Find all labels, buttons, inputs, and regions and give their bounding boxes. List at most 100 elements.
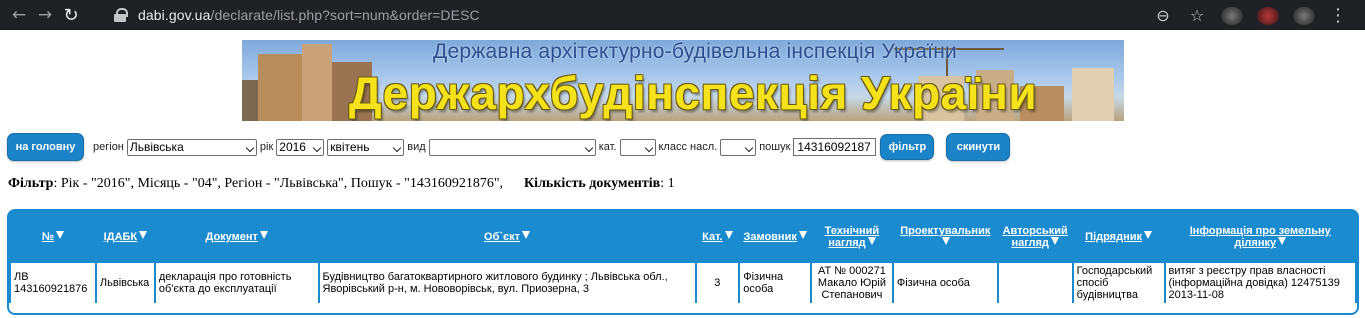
browser-toolbar: ← → ↻ dabi.gov.ua/declarate/list.php?sor…	[0, 0, 1365, 30]
sort-arrow-icon[interactable]	[724, 231, 733, 239]
cell-land-line: 2013-11-08	[1168, 289, 1224, 301]
col-header-category[interactable]: Кат.	[696, 213, 739, 261]
filter-summary: Фільтр: Рік - "2016", Місяць - "04", Рег…	[8, 176, 675, 192]
cell-document-line: об'єкта до експлуатації	[158, 283, 277, 295]
document-count-value: : 1	[660, 176, 675, 191]
sort-land-info-link[interactable]: Інформація про земельну ділянку	[1190, 225, 1331, 249]
reset-button[interactable]: скинути	[946, 133, 1011, 161]
url-text[interactable]: dabi.gov.ua/declarate/list.php?sort=num&…	[138, 7, 480, 23]
region-label: регіон	[93, 141, 124, 153]
sort-arrow-icon[interactable]	[522, 231, 530, 239]
category-select[interactable]	[619, 138, 656, 156]
class-select[interactable]	[720, 138, 757, 156]
sort-arrow-icon[interactable]	[1278, 237, 1287, 245]
cell-customer-line: особа	[743, 283, 774, 295]
cell-contractor-line: Господарський	[1076, 265, 1153, 277]
cell-land-info: витяг з реєстру прав власності (інформаці…	[1165, 263, 1355, 303]
cell-customer: Фізична особа	[740, 263, 811, 303]
class-label: класс насл.	[658, 141, 718, 153]
cell-object-line: Будівництво багатоквартирного житлового …	[322, 271, 668, 283]
year-label: рік	[259, 141, 274, 153]
col-header-tech-supervision[interactable]: Технічний нагляд	[812, 213, 892, 261]
sort-arrow-icon[interactable]	[942, 237, 951, 245]
sort-arrow-icon[interactable]	[56, 231, 65, 239]
sort-num-link[interactable]: №	[42, 231, 54, 243]
cell-category: 3	[696, 263, 739, 303]
cell-object-line: Яворівський р-н, м. Нововорівськ, вул. П…	[322, 283, 589, 295]
sort-arrow-icon[interactable]	[1144, 231, 1152, 239]
forward-arrow-icon[interactable]: →	[32, 2, 58, 28]
table-footer-strip	[9, 303, 1357, 313]
col-header-document[interactable]: Документ	[155, 213, 318, 261]
zoom-icon[interactable]: ⊖	[1153, 6, 1173, 25]
sort-arrow-icon[interactable]	[1050, 237, 1059, 245]
cell-land-line: витяг з реєстру прав власності	[1168, 265, 1326, 277]
sort-designer-link[interactable]: Проектувальник	[900, 225, 990, 237]
cell-tech-supervision: АТ № 000271 Макало Юрій Степанович	[812, 263, 892, 303]
chevron-down-icon	[393, 143, 402, 152]
sort-arrow-icon[interactable]	[867, 237, 876, 245]
browser-actions: ⊖ ☆ ⋮	[1153, 5, 1347, 26]
home-button[interactable]: на головну	[7, 133, 84, 161]
cell-document: декларація про готовність об'єкта до експ…	[155, 263, 318, 303]
sort-customer-link[interactable]: Замовник	[743, 231, 796, 243]
menu-icon[interactable]: ⋮	[1329, 5, 1347, 26]
sort-author-supervision-link-2[interactable]: нагляд	[1011, 237, 1048, 249]
sort-arrow-icon[interactable]	[139, 231, 148, 239]
url-path: /declarate/list.php?sort=num&order=DESC	[210, 7, 480, 23]
col-header-contractor[interactable]: Підрядник	[1073, 213, 1164, 261]
col-header-num[interactable]: №	[11, 213, 95, 261]
lock-icon[interactable]	[112, 7, 128, 23]
sort-author-supervision-link-1[interactable]: Авторський	[1003, 225, 1068, 237]
type-select[interactable]	[428, 138, 596, 156]
region-select[interactable]: Львівська	[126, 138, 257, 156]
reload-icon[interactable]: ↻	[58, 2, 84, 28]
year-select[interactable]: 2016	[276, 138, 325, 156]
document-count-label: Кількість документів	[524, 176, 661, 191]
address-bar[interactable]: dabi.gov.ua/declarate/list.php?sort=num&…	[112, 3, 1262, 27]
category-label: кат.	[598, 141, 617, 153]
cell-idabk: Львівська	[96, 263, 154, 303]
filter-summary-text: : Рік - "2016", Місяць - "04", Регіон - …	[53, 176, 504, 191]
url-host: dabi.gov.ua	[138, 7, 211, 23]
cell-customer-line: Фізична	[743, 271, 784, 283]
filter-button[interactable]: фільтр	[880, 134, 935, 160]
sort-arrow-icon[interactable]	[259, 231, 268, 239]
sort-object-link[interactable]: Об`єкт	[484, 231, 520, 243]
sort-document-link[interactable]: Документ	[205, 231, 257, 243]
extension-icon[interactable]	[1221, 6, 1243, 25]
search-input[interactable]: 14316092187	[793, 138, 877, 156]
sort-category-link[interactable]: Кат.	[702, 231, 722, 243]
filter-summary-label: Фільтр	[8, 176, 54, 191]
site-banner: Державна архітектурно-будівельна інспекц…	[242, 40, 1124, 121]
col-header-author-supervision[interactable]: Авторський нагляд	[998, 213, 1072, 261]
sort-arrow-icon[interactable]	[798, 231, 807, 239]
table-row: ЛВ 143160921876 Львівська декларація про …	[11, 263, 1355, 303]
cell-tech-line: Макало Юрій	[817, 277, 886, 289]
sort-contractor-link[interactable]: Підрядник	[1085, 231, 1142, 243]
col-header-customer[interactable]: Замовник	[740, 213, 811, 261]
bookmark-star-icon[interactable]: ☆	[1187, 6, 1207, 25]
profile-avatar-icon[interactable]	[1257, 6, 1279, 25]
month-select[interactable]: квітень	[327, 138, 405, 156]
back-arrow-icon[interactable]: ←	[6, 2, 32, 28]
cell-contractor: Господарський спосіб будівництва	[1073, 263, 1164, 303]
cell-num: ЛВ 143160921876	[11, 263, 95, 303]
col-header-land-info[interactable]: Інформація про земельну ділянку	[1165, 213, 1355, 261]
cell-tech-line: Степанович	[821, 289, 883, 301]
sort-tech-supervision-link-2[interactable]: нагляд	[828, 237, 865, 249]
table-header-row: № ІДАБК Документ Об`єкт Кат. Замовник Те…	[11, 213, 1355, 261]
col-header-object[interactable]: Об`єкт	[319, 213, 695, 261]
col-header-designer[interactable]: Проектувальник	[893, 213, 997, 261]
cell-contractor-line: спосіб	[1076, 277, 1109, 289]
col-header-idabk[interactable]: ІДАБК	[96, 213, 154, 261]
sort-tech-supervision-link-1[interactable]: Технічний	[825, 225, 880, 237]
cell-tech-line: АТ № 000271	[818, 265, 886, 277]
results-table: № ІДАБК Документ Об`єкт Кат. Замовник Те…	[9, 211, 1357, 305]
sort-idabk-link[interactable]: ІДАБК	[104, 231, 137, 243]
type-label: вид	[407, 141, 426, 153]
declarations-table: № ІДАБК Документ Об`єкт Кат. Замовник Те…	[7, 209, 1359, 315]
banner-subtitle: Державна архітектурно-будівельна інспекц…	[433, 40, 957, 63]
cell-designer: Фізична особа	[893, 263, 997, 303]
extension-icon-2[interactable]	[1293, 6, 1315, 25]
